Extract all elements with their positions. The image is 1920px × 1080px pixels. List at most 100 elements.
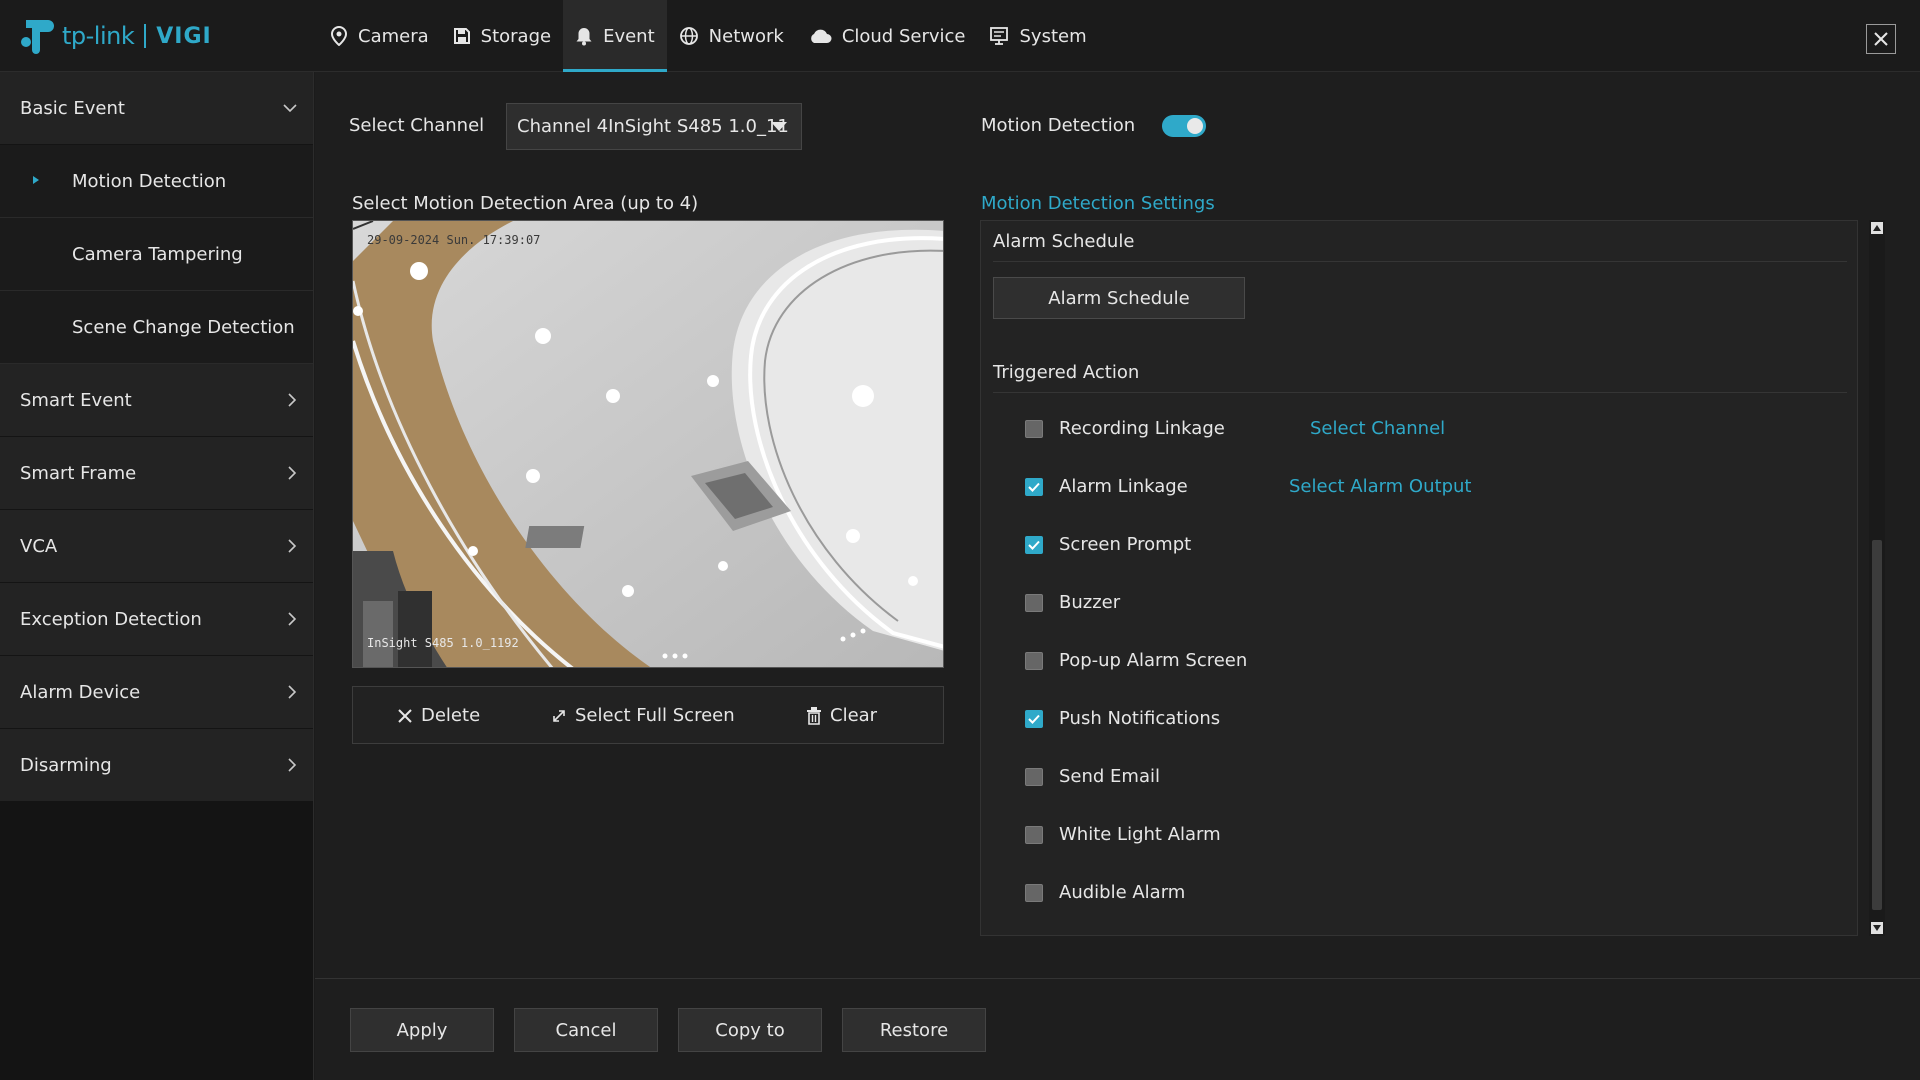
clear-area-button[interactable]: Clear [806,705,877,726]
select-channel-label: Select Channel [349,115,485,136]
select-full-screen-label: Select Full Screen [575,705,735,726]
action-label: Alarm Linkage [1059,476,1188,497]
alarm-schedule-button[interactable]: Alarm Schedule [993,277,1245,319]
copy-to-button-label: Copy to [715,1019,785,1041]
action-label: Audible Alarm [1059,882,1186,903]
sidebar-group-disarming[interactable]: Disarming [0,729,313,802]
settings-scrollbar[interactable] [1869,220,1885,936]
sidebar-group-alarm-device[interactable]: Alarm Device [0,656,313,729]
footer-actions: Apply Cancel Copy to Restore [315,978,1920,1080]
sidebar-item-label: Motion Detection [72,170,227,192]
triggered-action-section-title: Triggered Action [993,362,1140,383]
delete-area-button[interactable]: Delete [397,705,480,726]
restore-button-label: Restore [879,1019,949,1041]
sidebar-group-label: Disarming [20,754,112,776]
detection-area-title: Select Motion Detection Area (up to 4) [352,193,699,214]
popup-alarm-screen-checkbox[interactable] [1025,651,1043,670]
channel-dropdown[interactable]: Channel 4InSight S485 1.0_11 [506,103,802,150]
nav-network[interactable]: Network [667,0,796,72]
action-row-alarm-linkage: Alarm Linkage [1025,476,1188,497]
brand-name: tp-link [62,22,135,50]
chevron-right-icon [288,539,297,553]
close-icon [398,708,412,723]
chevron-right-icon [288,612,297,626]
close-button[interactable] [1866,24,1896,54]
camera-timestamp: 29-09-2024 Sun. 17:39:07 [367,233,541,247]
alarm-linkage-checkbox[interactable] [1025,477,1043,496]
restore-button[interactable]: Restore [842,1008,986,1052]
alarm-schedule-button-label: Alarm Schedule [1048,287,1190,309]
action-row-recording-linkage: Recording Linkage [1025,418,1225,439]
nav-camera[interactable]: Camera [318,0,441,72]
monitor-icon [990,27,1009,45]
scroll-down-arrow-icon[interactable] [1871,922,1883,934]
sidebar-group-smart-event[interactable]: Smart Event [0,364,313,437]
copy-to-button[interactable]: Copy to [678,1008,822,1052]
action-row-buzzer: Buzzer [1025,592,1120,613]
send-email-checkbox[interactable] [1025,767,1043,786]
top-navigation-bar: tp-link VIGI Camera Storage Event Networ… [0,0,1920,72]
select-full-screen-button[interactable]: Select Full Screen [551,705,735,726]
action-row-popup-alarm-screen: Pop-up Alarm Screen [1025,650,1247,671]
white-light-alarm-checkbox[interactable] [1025,825,1043,844]
sidebar: Basic Event Motion Detection Camera Tamp… [0,72,314,1080]
cancel-button[interactable]: Cancel [514,1008,658,1052]
caret-down-icon [771,122,787,131]
detection-area-toolbar: Delete Select Full Screen Clear [352,686,944,744]
tp-link-logo-icon [21,20,54,54]
caret-right-icon [33,176,39,184]
sidebar-group-label: Exception Detection [20,608,202,630]
chevron-down-icon [283,104,297,113]
action-label: Recording Linkage [1059,418,1225,439]
motion-detection-settings-panel: Alarm Schedule Alarm Schedule Triggered … [980,220,1858,936]
sidebar-group-basic-event[interactable]: Basic Event [0,72,313,145]
motion-detection-label: Motion Detection [981,115,1136,136]
recording-linkage-checkbox[interactable] [1025,419,1043,438]
action-label: Push Notifications [1059,708,1221,729]
action-row-send-email: Send Email [1025,766,1160,787]
buzzer-checkbox[interactable] [1025,593,1043,612]
scroll-up-arrow-icon[interactable] [1871,222,1883,234]
chevron-right-icon [288,685,297,699]
nav-event-label: Event [603,25,655,47]
sidebar-group-vca[interactable]: VCA [0,510,313,583]
scrollbar-thumb[interactable] [1872,540,1882,910]
trash-icon [807,706,821,725]
main-content: Select Channel Channel 4InSight S485 1.0… [315,72,1920,978]
sidebar-item-label: Camera Tampering [72,243,243,265]
checkmark-icon [1028,714,1040,724]
select-alarm-output-link[interactable]: Select Alarm Output [1289,476,1471,497]
camera-frame-image [353,221,943,667]
audible-alarm-checkbox[interactable] [1025,883,1043,902]
apply-button[interactable]: Apply [350,1008,494,1052]
nav-system[interactable]: System [977,0,1098,72]
sidebar-group-label: Smart Frame [20,462,137,484]
select-channel-link[interactable]: Select Channel [1310,418,1445,439]
camera-preview[interactable]: 29-09-2024 Sun. 17:39:07 InSight S485 1.… [352,220,944,668]
push-notifications-checkbox[interactable] [1025,709,1043,728]
sidebar-item-motion-detection[interactable]: Motion Detection [0,145,313,218]
channel-dropdown-value: Channel 4InSight S485 1.0_11 [517,116,789,137]
globe-icon [679,27,698,45]
nav-system-label: System [1019,25,1087,47]
action-row-push-notifications: Push Notifications [1025,708,1220,729]
camera-name-overlay: InSight S485 1.0_1192 [367,636,519,650]
screen-prompt-checkbox[interactable] [1025,535,1043,554]
sidebar-group-exception-detection[interactable]: Exception Detection [0,583,313,656]
action-row-white-light-alarm: White Light Alarm [1025,824,1221,845]
cloud-icon [810,29,832,43]
nav-cloud-service[interactable]: Cloud Service [796,0,978,72]
floppy-disk-icon [453,28,470,44]
nav-storage[interactable]: Storage [441,0,563,72]
sidebar-group-smart-frame[interactable]: Smart Frame [0,437,313,510]
expand-icon [553,709,565,722]
nav-event[interactable]: Event [563,0,667,72]
sidebar-item-camera-tampering[interactable]: Camera Tampering [0,218,313,291]
action-label: Screen Prompt [1059,534,1192,555]
motion-detection-toggle[interactable] [1162,115,1206,137]
sidebar-item-label: Scene Change Detection [72,316,295,338]
sidebar-group-label: Smart Event [20,389,132,411]
nav-camera-label: Camera [358,25,429,47]
sidebar-item-scene-change-detection[interactable]: Scene Change Detection [0,291,313,364]
nav-network-label: Network [708,25,784,47]
